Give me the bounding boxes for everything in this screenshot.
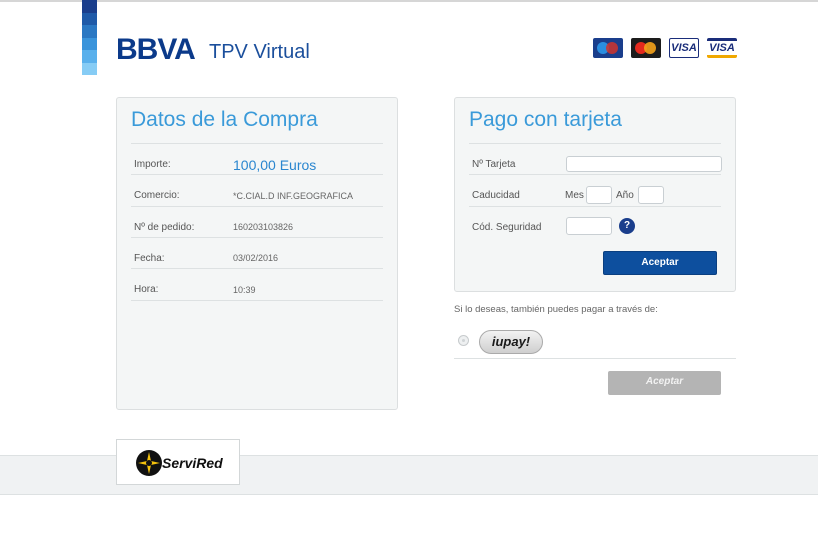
stripe [82, 62, 97, 75]
card-payment-panel: Pago con tarjeta Nº Tarjeta Caducidad Me… [454, 97, 736, 292]
divider [131, 237, 383, 238]
bbva-logo: BBVA [116, 33, 196, 66]
amount-label: Importe: [134, 159, 171, 170]
bbva-logo-stripes [82, 0, 97, 75]
expiry-label: Caducidad [472, 190, 520, 201]
mastercard-circle-right [644, 42, 656, 54]
servired-logo-box: ServiRed [116, 439, 240, 485]
divider [131, 206, 383, 207]
time-label: Hora: [134, 284, 159, 295]
divider [469, 174, 721, 175]
month-label: Mes [565, 190, 584, 201]
security-code-input[interactable] [566, 217, 612, 235]
year-label: Año [616, 190, 634, 201]
servired-label: ServiRed [162, 455, 223, 471]
iupay-logo: iupay! [491, 334, 531, 349]
stripe [82, 25, 97, 38]
merchant-label: Comercio: [134, 190, 180, 201]
visa-card-icon: VISA [707, 38, 737, 58]
card-number-input[interactable] [566, 156, 722, 172]
amount-value: 100,00 Euros [233, 157, 317, 173]
top-border [0, 0, 818, 2]
divider [131, 174, 383, 175]
brand-header: BBVA TPV Virtual [116, 33, 310, 67]
purchase-title: Datos de la Compra [131, 108, 318, 131]
alternative-payment-text: Si lo deseas, también puedes pagar a tra… [454, 304, 658, 315]
divider [131, 300, 383, 301]
servired-star-icon [136, 450, 162, 476]
stripe [82, 12, 97, 25]
iupay-radio[interactable] [458, 335, 469, 346]
divider [469, 206, 721, 207]
visa-electron-card-icon: VISA [669, 38, 699, 58]
security-code-label: Cód. Seguridad [472, 222, 542, 233]
stripe [82, 37, 97, 50]
expiry-month-input[interactable] [586, 186, 612, 204]
accept-alternative-button: Aceptar [608, 371, 721, 395]
iupay-button[interactable]: iupay! [479, 330, 543, 354]
purchase-panel: Datos de la Compra Importe: 100,00 Euros… [116, 97, 398, 410]
payment-title: Pago con tarjeta [469, 108, 622, 131]
merchant-value: *C.CIAL.D INF.GEOGRAFICA [233, 191, 354, 201]
card-number-label: Nº Tarjeta [472, 159, 516, 170]
accepted-cards: VISA VISA [593, 38, 737, 58]
accept-button[interactable]: Aceptar [603, 251, 717, 275]
radio-dot [462, 339, 465, 342]
expiry-year-input[interactable] [638, 186, 664, 204]
stripe [82, 0, 97, 13]
time-value: 10:39 [233, 285, 256, 295]
date-label: Fecha: [134, 253, 165, 264]
divider [131, 268, 383, 269]
date-value: 03/02/2016 [233, 253, 279, 263]
mastercard-card-icon [631, 38, 661, 58]
maestro-circle-right [606, 42, 618, 54]
divider [131, 143, 383, 144]
order-number-value: 160203103826 [233, 222, 294, 232]
divider [454, 358, 736, 359]
divider [469, 143, 721, 144]
order-number-label: Nº de pedido: [134, 222, 195, 233]
help-icon[interactable]: ? [619, 218, 635, 234]
stripe [82, 50, 97, 63]
maestro-card-icon [593, 38, 623, 58]
product-name: TPV Virtual [209, 41, 310, 63]
